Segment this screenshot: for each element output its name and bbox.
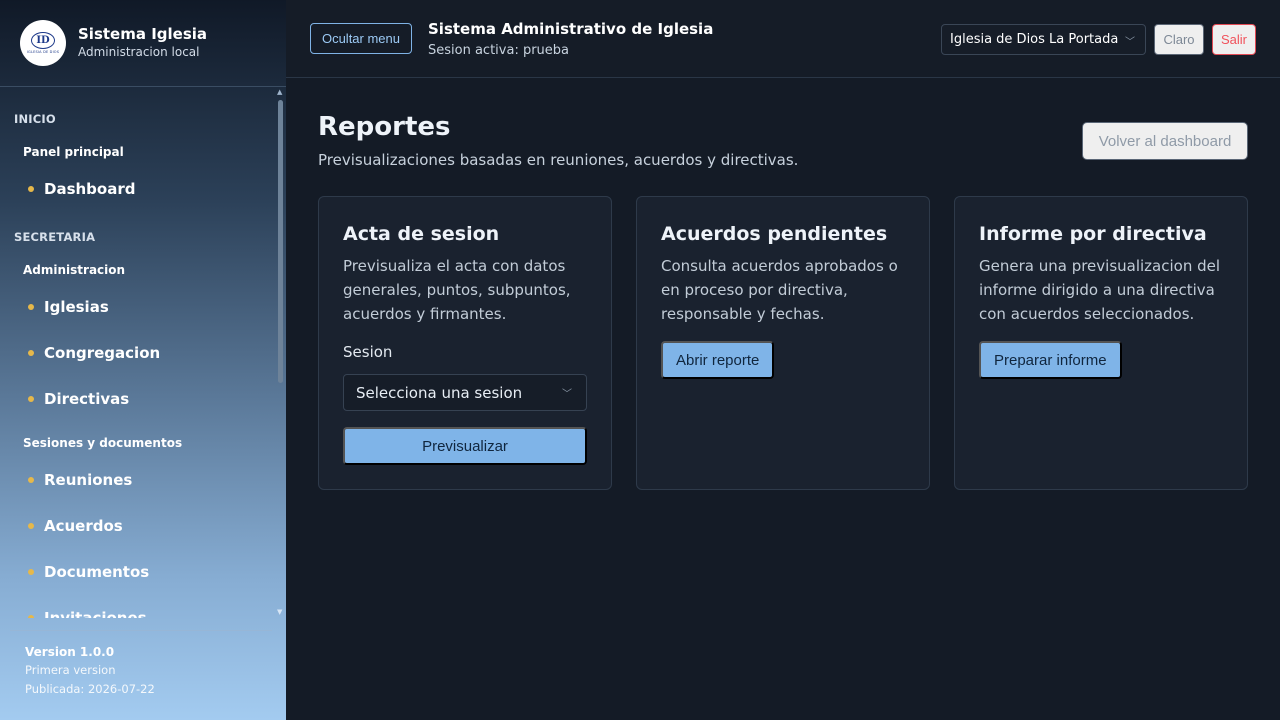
card-description: Genera una previsualizacion del informe …: [979, 257, 1221, 323]
sidebar-item-label: Invitaciones: [44, 609, 147, 618]
brand-header: ID IGLESIA DE DIOS Sistema Iglesia Admin…: [0, 0, 286, 87]
sidebar-item-label: Iglesias: [44, 298, 109, 316]
version-title: Version 1.0.0: [25, 645, 115, 659]
sidebar-item-reuniones[interactable]: Reuniones: [22, 465, 262, 495]
sidebar-item-documentos[interactable]: Documentos: [22, 557, 262, 587]
bullet-dot-icon: [28, 569, 34, 575]
scrollbar-thumb[interactable]: [278, 100, 283, 383]
card-description: Consulta acuerdos aprobados o en proceso…: [661, 257, 898, 323]
bullet-dot-icon: [28, 477, 34, 483]
chevron-down-icon: ﹀: [1125, 37, 1135, 48]
sidebar-nav: INICIO Panel principal Dashboard SECRETA…: [0, 88, 276, 618]
card-title: Acta de sesion: [343, 223, 500, 245]
logo-caption: IGLESIA DE DIOS: [26, 50, 60, 54]
brand-title: Sistema Iglesia: [78, 25, 208, 43]
sidebar-item-acuerdos[interactable]: Acuerdos: [22, 511, 262, 541]
card-informe-directiva: Informe por directiva Genera una previsu…: [954, 196, 1248, 490]
page-subtitle: Previsualizaciones basadas en reuniones,…: [318, 151, 799, 169]
preview-button[interactable]: Previsualizar: [343, 427, 587, 465]
version-info: Version 1.0.0 Primera version Publicada:…: [10, 630, 272, 720]
session-select-value: Selecciona una sesion: [356, 383, 523, 402]
brand-subtitle: Administracion local: [78, 45, 200, 59]
bullet-dot-icon: [28, 615, 34, 618]
nav-group-sesiones-documentos: Sesiones y documentos: [23, 436, 183, 450]
sidebar-item-congregacion[interactable]: Congregacion: [22, 338, 262, 368]
bullet-dot-icon: [28, 396, 34, 402]
topbar: Ocultar menu Sistema Administrativo de I…: [286, 0, 1280, 78]
bullet-dot-icon: [28, 186, 34, 192]
bullet-dot-icon: [28, 350, 34, 356]
version-note: Primera version: [25, 663, 116, 677]
sidebar-item-label: Documentos: [44, 563, 150, 581]
back-to-dashboard-button[interactable]: Volver al dashboard: [1082, 122, 1248, 160]
app-title: Sistema Administrativo de Iglesia: [428, 20, 714, 38]
card-acuerdos-pendientes: Acuerdos pendientes Consulta acuerdos ap…: [636, 196, 930, 490]
sidebar-item-label: Acuerdos: [44, 517, 123, 535]
card-title: Informe por directiva: [979, 223, 1207, 245]
session-select[interactable]: Selecciona una sesion ﹀: [343, 374, 587, 411]
nav-section-secretaria: SECRETARIA: [14, 230, 96, 244]
version-published: Publicada: 2026-07-22: [25, 682, 155, 696]
sidebar-item-invitaciones[interactable]: Invitaciones: [22, 603, 262, 618]
page-title: Reportes: [318, 112, 451, 142]
church-select-value: Iglesia de Dios La Portada: [950, 32, 1119, 47]
nav-section-inicio: INICIO: [14, 112, 56, 126]
sidebar-item-label: Reuniones: [44, 471, 133, 489]
sidebar-item-iglesias[interactable]: Iglesias: [22, 292, 262, 322]
logout-button[interactable]: Salir: [1212, 24, 1256, 55]
logo-mark: ID: [31, 32, 55, 49]
bullet-dot-icon: [28, 523, 34, 529]
prepare-report-button[interactable]: Preparar informe: [979, 341, 1122, 379]
session-field-label: Sesion: [343, 343, 393, 361]
bullet-dot-icon: [28, 304, 34, 310]
sidebar-item-label: Congregacion: [44, 344, 161, 362]
theme-toggle-button[interactable]: Claro: [1154, 24, 1204, 55]
sidebar-scrollbar[interactable]: ▲ ▼: [276, 88, 284, 618]
nav-group-administracion: Administracion: [23, 263, 126, 277]
sidebar: ID IGLESIA DE DIOS Sistema Iglesia Admin…: [0, 0, 286, 720]
church-logo-icon: ID IGLESIA DE DIOS: [20, 20, 66, 66]
scroll-up-arrow-icon[interactable]: ▲: [277, 88, 282, 96]
card-description: Previsualiza el acta con datos generales…: [343, 257, 571, 323]
sidebar-item-label: Directivas: [44, 390, 130, 408]
sidebar-item-dashboard[interactable]: Dashboard: [22, 174, 262, 204]
nav-group-panel-principal: Panel principal: [23, 145, 124, 159]
card-acta-sesion: Acta de sesion Previsualiza el acta con …: [318, 196, 612, 490]
sidebar-item-label: Dashboard: [44, 180, 136, 198]
church-select[interactable]: Iglesia de Dios La Portada ﹀: [941, 24, 1146, 55]
hide-menu-button[interactable]: Ocultar menu: [310, 23, 412, 54]
open-report-button[interactable]: Abrir reporte: [661, 341, 775, 379]
active-session: Sesion activa: prueba: [428, 43, 570, 58]
card-title: Acuerdos pendientes: [661, 223, 888, 245]
chevron-down-icon: ﹀: [562, 389, 572, 400]
scroll-down-arrow-icon[interactable]: ▼: [277, 608, 282, 616]
sidebar-item-directivas[interactable]: Directivas: [22, 384, 262, 414]
